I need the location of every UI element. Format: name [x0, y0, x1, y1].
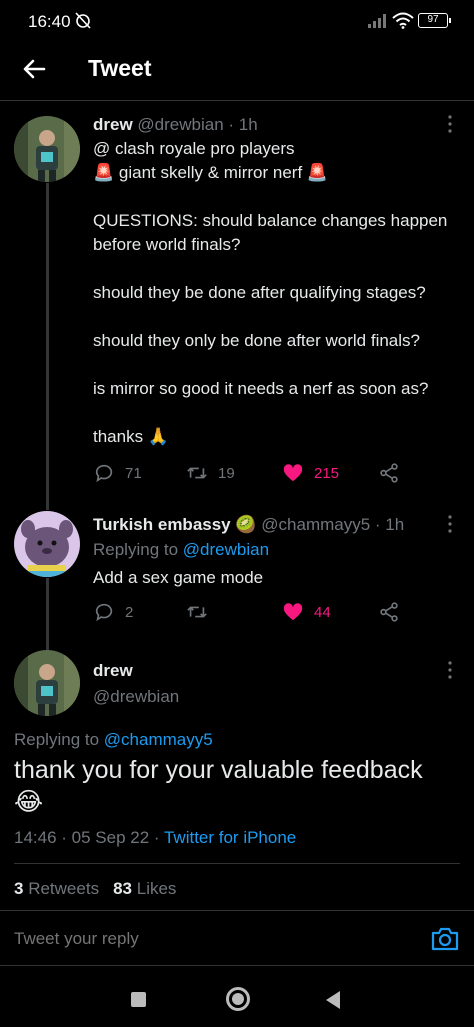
share-icon [380, 602, 398, 622]
tweet-time: · 1h [228, 115, 258, 134]
battery-indicator: 97 [418, 13, 451, 28]
retweet-label: Retweets [28, 879, 100, 898]
camera-icon[interactable] [430, 925, 460, 953]
more-icon[interactable] [446, 114, 454, 134]
replying-to: Replying to @chammayy5 [14, 730, 213, 750]
more-icon[interactable] [446, 660, 454, 680]
retweet-count: 19 [218, 464, 235, 482]
replying-to-link[interactable]: @drewbian [183, 540, 269, 559]
author-handle[interactable]: @drewbian [137, 115, 223, 134]
like-count: 44 [314, 603, 331, 621]
replying-to-prefix: Replying to [93, 540, 183, 559]
system-nav-bar [0, 966, 474, 1027]
replying-to-prefix: Replying to [14, 730, 104, 749]
reply-count: 71 [125, 464, 142, 482]
like-action[interactable]: 215 [282, 462, 339, 484]
tweet-text: Add a sex game mode [93, 568, 264, 587]
avatar[interactable] [14, 116, 80, 182]
reply-bar [0, 910, 474, 966]
like-count: 215 [314, 464, 340, 482]
reply-icon [95, 603, 113, 622]
wifi-icon [392, 12, 414, 29]
author-handle[interactable]: @drewbian [93, 687, 179, 707]
likes-stat[interactable]: 83 Likes [113, 879, 176, 899]
retweet-action[interactable] [186, 601, 218, 623]
author-name[interactable]: Turkish embassy [93, 515, 231, 534]
share-icon [380, 463, 398, 483]
retweet-count: 3 [14, 879, 24, 898]
reply-action[interactable]: 71 [93, 462, 142, 484]
heart-icon [283, 464, 303, 482]
reply-icon [95, 464, 113, 483]
system-back-button[interactable] [326, 991, 340, 1009]
avatar-drew-image [14, 116, 80, 182]
author-handle[interactable]: @chammayy5 [261, 515, 370, 534]
author-badge: 🥝 [235, 515, 257, 534]
reply-action[interactable]: 2 [93, 601, 133, 623]
back-arrow-icon[interactable] [18, 53, 50, 85]
avatar[interactable] [14, 511, 80, 577]
status-bar: 16:40 97 [0, 0, 474, 44]
author-name[interactable]: drew [93, 661, 133, 681]
recent-apps-button[interactable] [131, 992, 146, 1007]
main-tweet-text: thank you for your valuable feedback 😂 [14, 756, 423, 816]
tweet-meta: 14:46 · 05 Sep 22 · Twitter for iPhone [14, 828, 296, 848]
like-action[interactable]: 44 [282, 601, 331, 623]
avatar-turkish-embassy-image [14, 511, 80, 577]
header-divider [0, 100, 474, 101]
replying-to-link[interactable]: @chammayy5 [104, 730, 213, 749]
retweet-icon [187, 467, 207, 479]
more-icon[interactable] [446, 514, 454, 534]
tweet-source[interactable]: Twitter for iPhone [164, 828, 296, 847]
like-label: Likes [136, 879, 177, 898]
replying-to: Replying to @drewbian [93, 540, 269, 560]
thread-line [46, 578, 49, 650]
like-count: 83 [113, 879, 132, 898]
tweet-header: drew @drewbian · 1h [93, 115, 258, 135]
tweet-time: · 1h [374, 515, 405, 534]
share-action[interactable] [378, 601, 400, 623]
reply-count: 2 [125, 603, 134, 621]
tweet-text: @ clash royale pro players 🚨 giant skell… [93, 139, 448, 446]
author-name[interactable]: drew [93, 115, 133, 134]
tweet-header: Turkish embassy 🥝 @chammayy5 · 1h [93, 515, 404, 535]
retweet-action[interactable]: 19 [186, 462, 235, 484]
status-time: 16:40 [28, 12, 71, 31]
page-title: Tweet [88, 55, 152, 81]
reply-input[interactable] [14, 929, 394, 949]
avatar[interactable] [14, 650, 80, 716]
top-bar: Tweet [0, 44, 474, 100]
home-button[interactable] [226, 987, 250, 1011]
retweets-stat[interactable]: 3 Retweets [14, 879, 99, 899]
tweet-stats: 3 Retweets 83 Likes [14, 879, 176, 899]
avatar-drew-image [14, 650, 80, 716]
heart-icon [283, 603, 303, 621]
alarm-mute-icon [75, 12, 91, 29]
retweet-icon [187, 606, 207, 618]
signal-icon [368, 14, 386, 28]
tweet-timestamp: 14:46 · 05 Sep 22 · [14, 828, 164, 847]
thread-line [46, 183, 49, 510]
divider [14, 863, 460, 864]
share-action[interactable] [378, 462, 400, 484]
